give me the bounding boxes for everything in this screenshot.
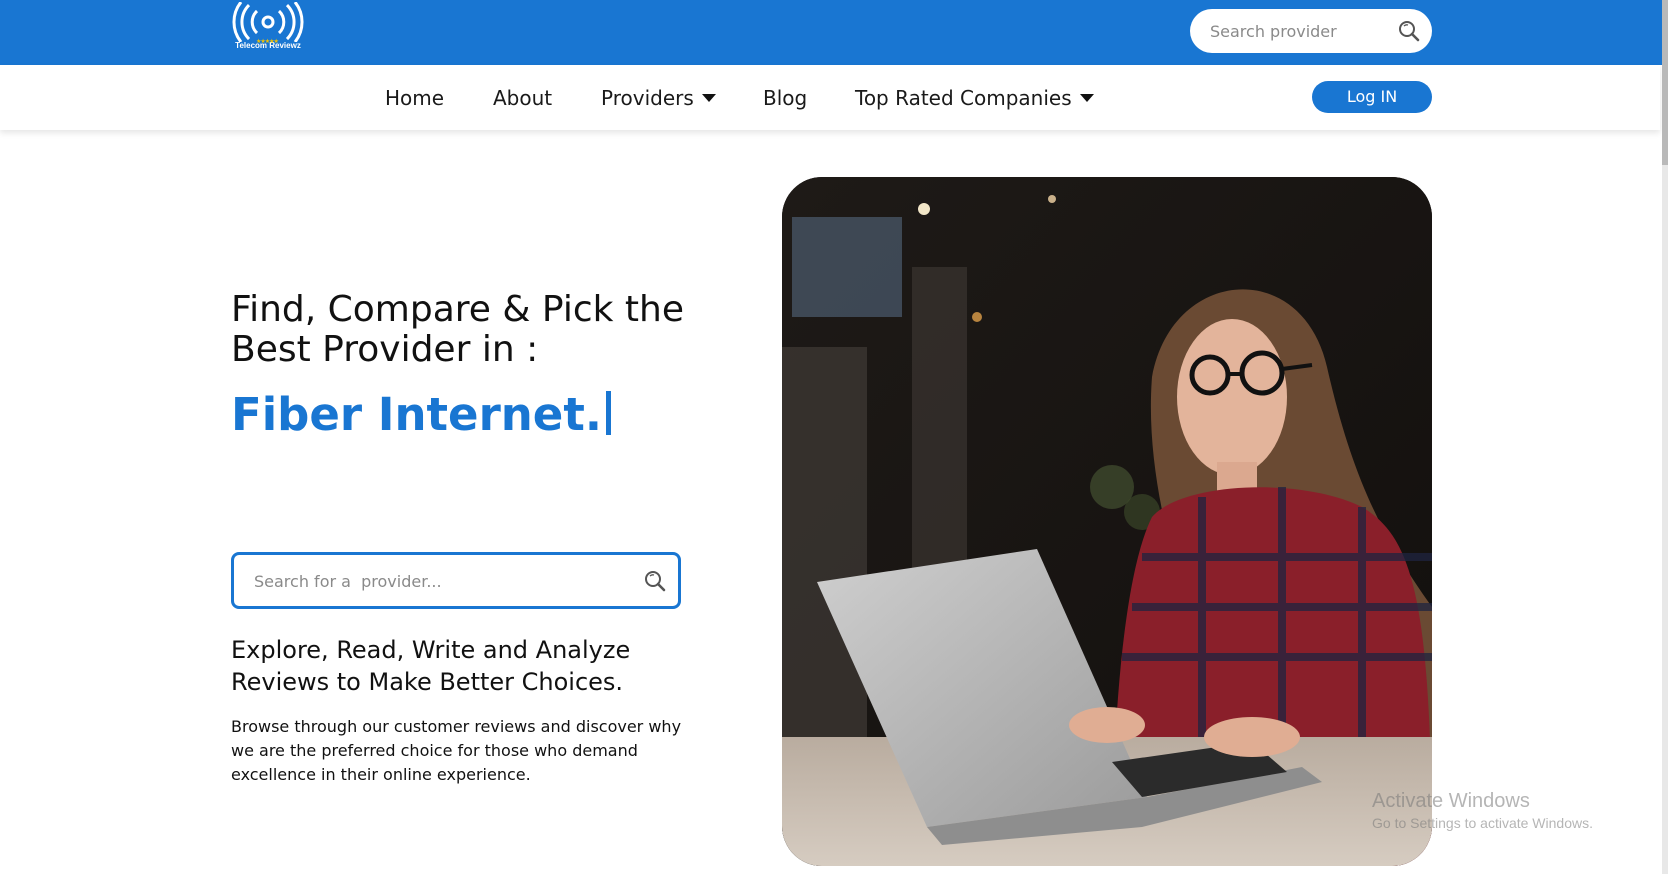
nav-top-rated-dropdown[interactable]: Top Rated Companies <box>855 83 1094 113</box>
hero-search-box <box>231 552 681 609</box>
watermark-title: Activate Windows <box>1372 790 1530 812</box>
windows-activation-watermark: Activate Windows Go to Settings to activ… <box>1372 790 1593 831</box>
nav-home[interactable]: Home <box>385 83 444 113</box>
caret-down-icon <box>701 94 716 102</box>
caret-down-icon <box>1079 94 1094 102</box>
rating-stars: ★★★★★ <box>256 38 279 45</box>
signal-broadcast-icon <box>232 2 304 42</box>
nav-about[interactable]: About <box>493 83 552 113</box>
login-button[interactable]: Log IN <box>1312 81 1432 113</box>
top-header-bar: ★★★★★ Telecom Reviewz <box>0 0 1668 65</box>
hero-typed-text: Fiber Internet. <box>231 388 602 441</box>
site-logo[interactable]: ★★★★★ Telecom Reviewz <box>228 2 308 58</box>
search-icon[interactable] <box>1398 20 1420 46</box>
typing-cursor <box>605 391 611 435</box>
nav-top-rated-label: Top Rated Companies <box>855 86 1072 110</box>
hero-typed-text-wrapper: Fiber Internet. <box>231 388 611 441</box>
nav-blog-label: Blog <box>763 86 808 110</box>
nav-blog[interactable]: Blog <box>763 83 807 113</box>
watermark-subtitle: Go to Settings to activate Windows. <box>1372 815 1593 831</box>
scrollbar-thumb[interactable] <box>1662 0 1668 165</box>
nav-about-label: About <box>493 86 553 110</box>
nav-providers-dropdown[interactable]: Providers <box>601 83 716 113</box>
hero-description: Browse through our customer reviews and … <box>231 717 682 784</box>
header-search-input[interactable] <box>1210 20 1390 42</box>
search-icon[interactable] <box>644 570 666 596</box>
hero-tagline: Explore, Read, Write and Analyze Reviews… <box>231 636 631 696</box>
nav-providers-label: Providers <box>601 86 694 110</box>
hero-search-input[interactable] <box>254 569 614 593</box>
page-scrollbar[interactable] <box>1662 0 1668 874</box>
hero-heading: Find, Compare & Pick the Best Provider i… <box>231 289 684 370</box>
nav-home-label: Home <box>385 86 445 110</box>
main-navigation: Home About Providers Blog Top Rated Comp… <box>0 65 1660 130</box>
header-search-box <box>1190 9 1432 53</box>
hero-photo-woman-laptop <box>782 177 1432 866</box>
